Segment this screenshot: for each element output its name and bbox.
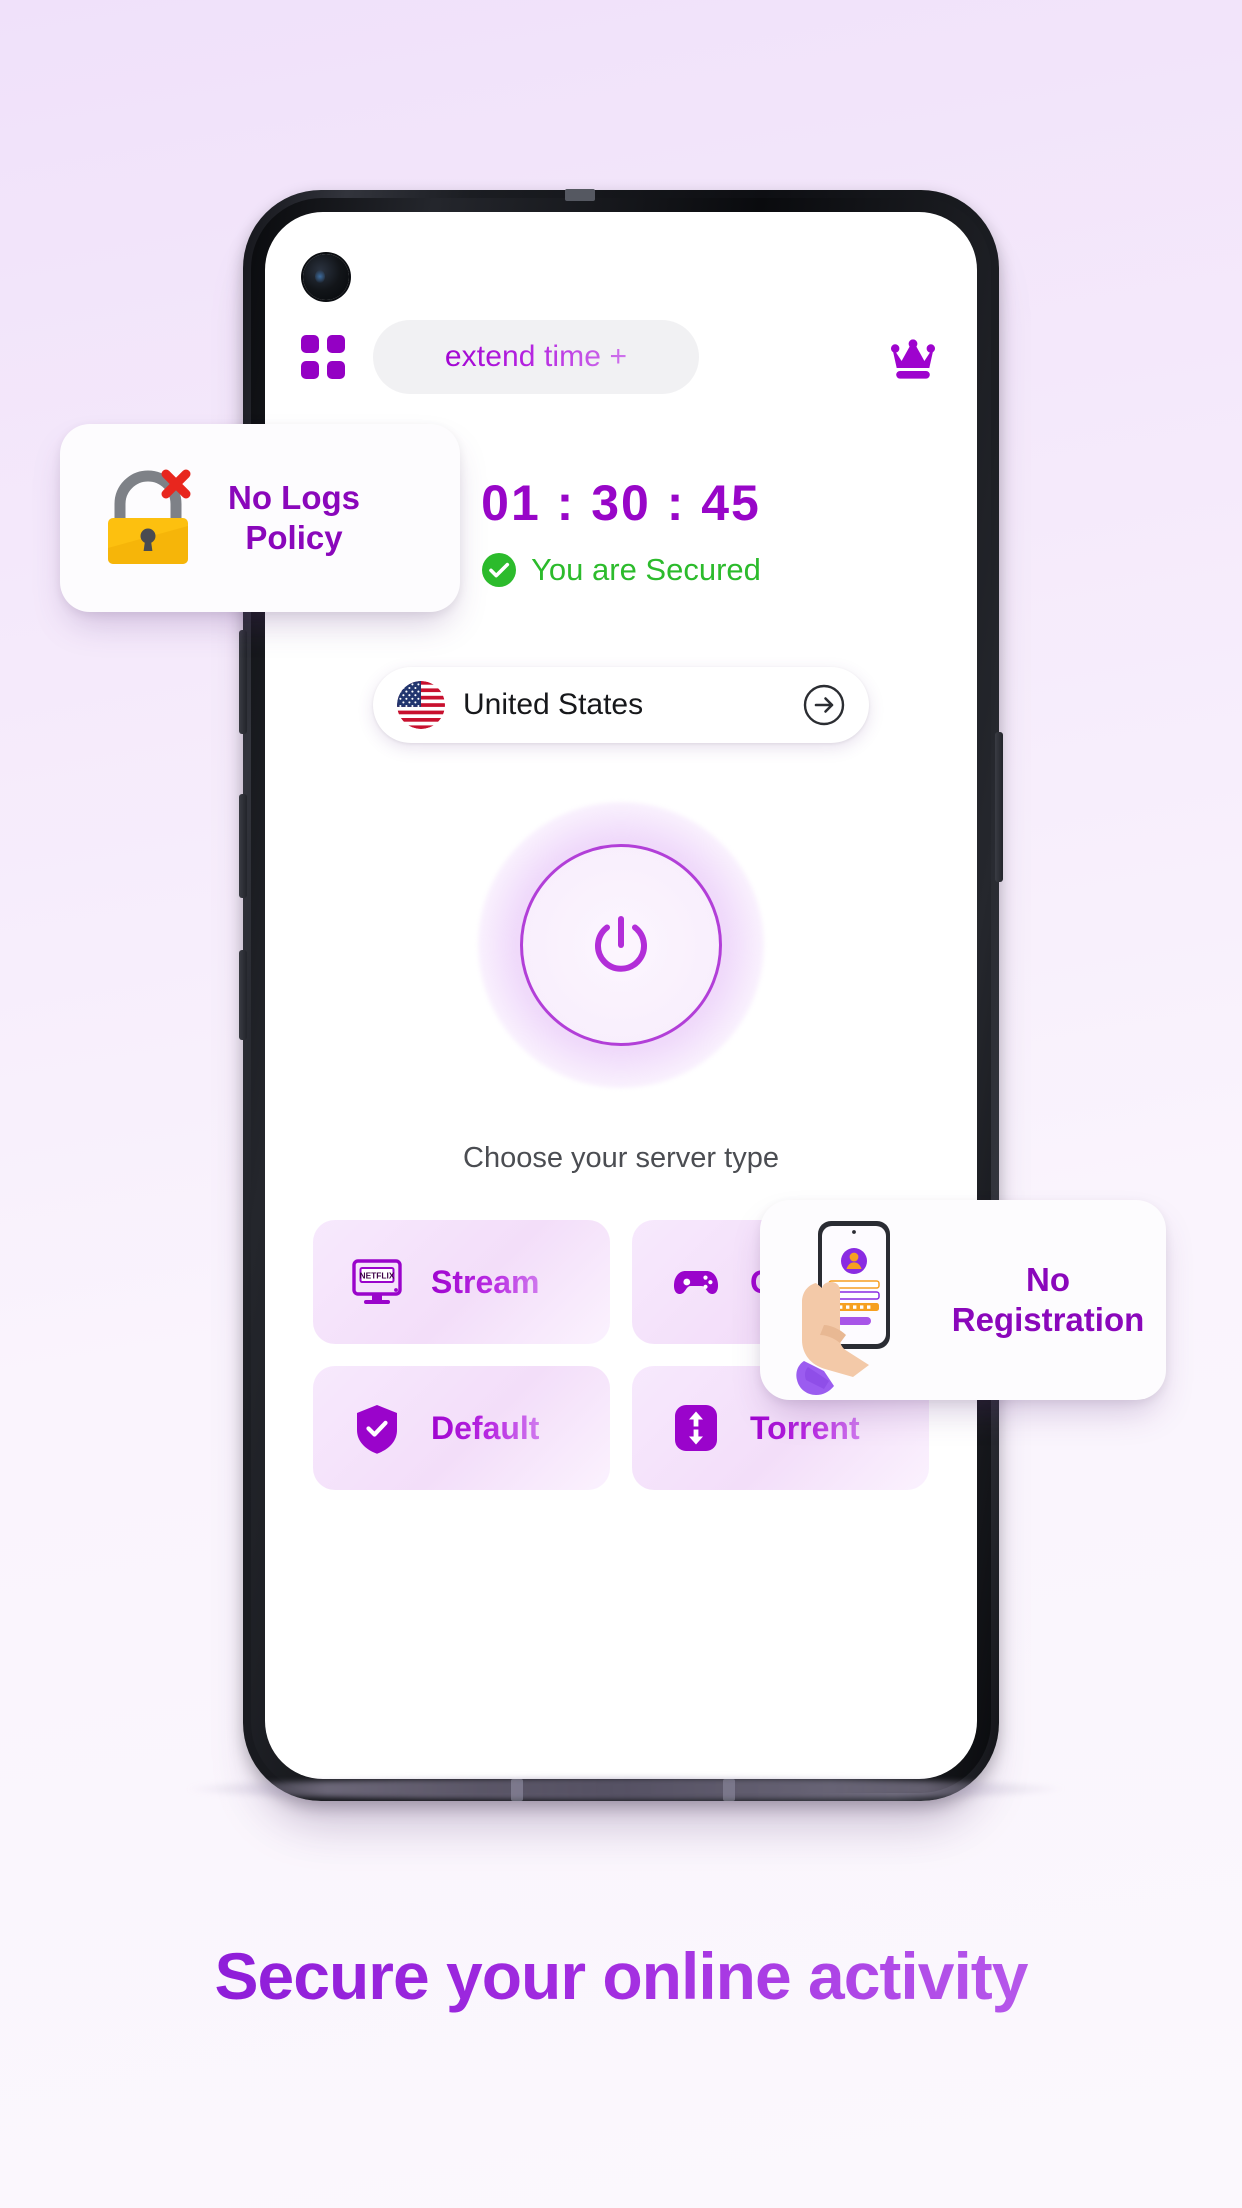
app-top-bar: extend time +	[265, 314, 977, 400]
extend-time-label: extend time +	[444, 340, 628, 373]
netflix-monitor-icon: NETFLIX	[352, 1259, 402, 1304]
arrow-right-circle-icon[interactable]	[803, 684, 845, 726]
badge-line-1: No Logs	[228, 478, 360, 516]
grid-dot	[326, 360, 345, 379]
volume-up-button[interactable]	[239, 630, 247, 734]
badge-line-2: Policy	[245, 519, 343, 556]
badge-no-registration: No Registration	[760, 1200, 1166, 1400]
page-tagline: Secure your online activity	[0, 1938, 1242, 2014]
gamepad-icon	[673, 1271, 719, 1294]
power-side-button[interactable]	[995, 732, 1003, 882]
choose-server-heading: Choose your server type	[463, 1142, 779, 1174]
grid-menu-icon[interactable]	[301, 335, 345, 379]
camera-lens-glint	[315, 270, 325, 283]
check-circle-icon	[482, 553, 517, 587]
server-tile-label: Default	[431, 1409, 540, 1446]
shield-check-icon	[357, 1405, 397, 1454]
up-down-arrows-icon	[675, 1405, 717, 1451]
padlock-with-x-icon	[108, 469, 191, 564]
badge-no-logs-text: No Logs Policy	[228, 478, 360, 559]
power-icon	[595, 916, 647, 972]
front-camera-punch-hole	[303, 254, 349, 300]
hand-holding-phone-icon	[796, 1220, 890, 1395]
server-tile-default[interactable]: Default	[313, 1366, 610, 1490]
antenna-band-top	[565, 189, 595, 201]
server-tile-stream[interactable]: NETFLIX Stream	[313, 1220, 610, 1344]
volume-down-button[interactable]	[239, 794, 247, 898]
secured-label: You are Secured	[531, 552, 761, 587]
us-flag-icon	[397, 681, 445, 729]
grid-dot	[326, 335, 345, 353]
assistant-button[interactable]	[239, 950, 247, 1040]
extend-time-button[interactable]: extend time +	[373, 320, 699, 394]
grid-dot	[301, 360, 319, 379]
badge-line-2: Registration	[951, 1301, 1145, 1338]
badge-line-1: No	[1026, 1260, 1070, 1298]
grid-dot	[301, 335, 319, 353]
country-selector[interactable]: United States	[373, 667, 869, 743]
badge-no-registration-text: No Registration	[930, 1260, 1166, 1341]
country-name: United States	[463, 688, 644, 721]
server-tile-label: Torrent	[750, 1409, 860, 1446]
server-tile-label: Stream	[431, 1263, 540, 1300]
vpn-power-button[interactable]	[478, 802, 764, 1088]
crown-icon[interactable]	[885, 334, 941, 380]
device-ground-shadow	[186, 1778, 1066, 1800]
svg-text:NETFLIX: NETFLIX	[360, 1271, 395, 1281]
badge-no-logs-policy: No Logs Policy	[60, 424, 460, 612]
